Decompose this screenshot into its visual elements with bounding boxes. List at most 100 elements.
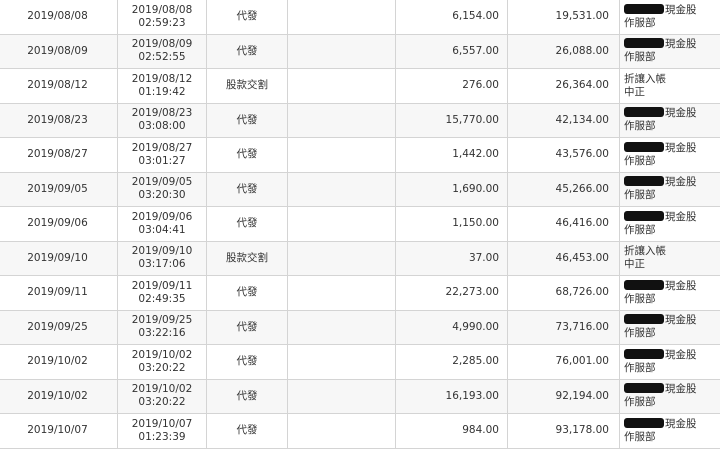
cell-note: 現金股 作服部 xyxy=(619,275,720,311)
cell-balance: 92,194.00 xyxy=(507,378,620,414)
table-row: 2019/10/02 2019/10/02 03:20:22 代發 16,193.00 9… xyxy=(0,378,720,414)
note-line-2: 中正 xyxy=(624,85,645,98)
cell-type: 股款交割 xyxy=(206,240,288,276)
cell-type: 代發 xyxy=(206,309,288,345)
cell-balance: 43,576.00 xyxy=(507,137,620,173)
note-line-1: 現金股 xyxy=(624,383,714,396)
cell-datetime-date: 2019/09/05 xyxy=(131,176,193,189)
cell-date: 2019/09/25 xyxy=(0,309,118,345)
cell-balance: 26,364.00 xyxy=(507,68,620,104)
cell-note: 現金股 作服部 xyxy=(619,309,720,345)
note-text-1: 現金股 xyxy=(665,141,697,154)
cell-note: 現金股 作服部 xyxy=(619,171,720,207)
table-row: 2019/10/07 2019/10/07 01:23:39 代發 984.00 93,1… xyxy=(0,413,720,449)
redaction-mark xyxy=(624,176,664,187)
cell-amount: 4,990.00 xyxy=(395,309,508,345)
cell-datetime-date: 2019/10/07 xyxy=(131,417,193,430)
note-line-2: 作服部 xyxy=(624,223,656,236)
cell-date: 2019/08/08 xyxy=(0,0,118,35)
cell-memo xyxy=(287,378,396,414)
cell-memo xyxy=(287,33,396,69)
note-line-1: 現金股 xyxy=(624,141,714,155)
note-line-1: 折讓入帳 xyxy=(624,245,666,258)
table-row: 2019/08/08 2019/08/08 02:59:23 代發 6,154.00 19… xyxy=(0,0,720,35)
cell-datetime: 2019/08/12 01:19:42 xyxy=(117,68,207,104)
redaction-mark xyxy=(624,417,664,428)
cell-date: 2019/08/27 xyxy=(0,137,118,173)
cell-memo xyxy=(287,0,396,35)
note-line-2: 作服部 xyxy=(624,154,656,167)
cell-memo xyxy=(287,309,396,345)
cell-amount: 22,273.00 xyxy=(395,275,508,311)
table-row: 2019/08/12 2019/08/12 01:19:42 股款交割 276.00 26… xyxy=(0,68,720,104)
cell-amount: 2,285.00 xyxy=(395,344,508,380)
cell-note: 現金股 作服部 xyxy=(619,137,720,173)
note-line-1: 折讓入帳 xyxy=(624,72,666,85)
cell-datetime-clock: 03:04:41 xyxy=(138,223,186,236)
note-line-2: 作服部 xyxy=(624,396,656,409)
cell-balance: 93,178.00 xyxy=(507,413,620,449)
cell-note: 折讓入帳 中正 xyxy=(619,240,720,276)
note-line-1: 現金股 xyxy=(624,38,714,51)
cell-memo xyxy=(287,275,396,311)
cell-date: 2019/10/02 xyxy=(0,378,118,414)
table-row: 2019/09/11 2019/09/11 02:49:35 代發 22,273.00 6… xyxy=(0,275,720,311)
cell-note: 現金股 作服部 xyxy=(619,378,720,414)
cell-memo xyxy=(287,102,396,138)
note-text-1: 現金股 xyxy=(665,314,697,327)
cell-balance: 46,416.00 xyxy=(507,206,620,242)
cell-note: 現金股 作服部 xyxy=(619,344,720,380)
cell-datetime-date: 2019/08/12 xyxy=(131,72,193,85)
cell-datetime: 2019/09/10 03:17:06 xyxy=(117,240,207,276)
cell-datetime: 2019/09/25 03:22:16 xyxy=(117,309,207,345)
table-row: 2019/08/27 2019/08/27 03:01:27 代發 1,442.00 43… xyxy=(0,137,720,173)
cell-note: 現金股 作服部 xyxy=(619,206,720,242)
note-line-2: 作服部 xyxy=(624,361,656,374)
note-text-1: 現金股 xyxy=(665,279,697,292)
note-text-1: 現金股 xyxy=(665,383,697,396)
cell-note: 折讓入帳 中正 xyxy=(619,68,720,104)
cell-date: 2019/09/06 xyxy=(0,206,118,242)
redaction-mark xyxy=(624,314,664,325)
table-row: 2019/09/25 2019/09/25 03:22:16 代發 4,990.00 73… xyxy=(0,309,720,345)
cell-datetime-clock: 03:22:16 xyxy=(138,327,186,340)
cell-date: 2019/10/07 xyxy=(0,413,118,449)
cell-datetime-clock: 03:20:30 xyxy=(138,189,186,202)
cell-date: 2019/08/23 xyxy=(0,102,118,138)
cell-balance: 42,134.00 xyxy=(507,102,620,138)
cell-datetime-date: 2019/09/11 xyxy=(131,279,193,292)
cell-datetime-clock: 03:20:22 xyxy=(138,361,186,374)
note-line-1: 現金股 xyxy=(624,3,714,17)
cell-datetime: 2019/09/05 03:20:30 xyxy=(117,171,207,207)
cell-datetime-clock: 02:49:35 xyxy=(138,292,186,305)
cell-amount: 6,154.00 xyxy=(395,0,508,35)
redaction-mark xyxy=(624,107,664,118)
cell-memo xyxy=(287,137,396,173)
cell-amount: 6,557.00 xyxy=(395,33,508,69)
table-row: 2019/08/23 2019/08/23 03:08:00 代發 15,770.00 4… xyxy=(0,102,720,138)
cell-date: 2019/08/12 xyxy=(0,68,118,104)
cell-memo xyxy=(287,413,396,449)
cell-datetime: 2019/09/11 02:49:35 xyxy=(117,275,207,311)
redaction-mark xyxy=(624,348,664,359)
cell-datetime-clock: 01:19:42 xyxy=(138,85,186,98)
redaction-mark xyxy=(624,279,664,290)
cell-datetime: 2019/10/02 03:20:22 xyxy=(117,344,207,380)
cell-type: 代發 xyxy=(206,0,288,35)
redaction-mark xyxy=(624,38,664,49)
note-line-2: 作服部 xyxy=(624,16,656,29)
cell-balance: 73,716.00 xyxy=(507,309,620,345)
cell-datetime-date: 2019/10/02 xyxy=(131,383,193,396)
cell-type: 代發 xyxy=(206,413,288,449)
note-line-1: 現金股 xyxy=(624,314,714,327)
cell-datetime-clock: 03:01:27 xyxy=(138,154,186,167)
redaction-mark xyxy=(624,210,664,221)
cell-datetime: 2019/10/02 03:20:22 xyxy=(117,378,207,414)
redaction-mark xyxy=(624,383,664,394)
note-text-1: 現金股 xyxy=(665,210,697,223)
cell-memo xyxy=(287,240,396,276)
cell-datetime-date: 2019/09/10 xyxy=(131,245,193,258)
cell-memo xyxy=(287,344,396,380)
cell-amount: 16,193.00 xyxy=(395,378,508,414)
note-line-1: 現金股 xyxy=(624,417,714,431)
